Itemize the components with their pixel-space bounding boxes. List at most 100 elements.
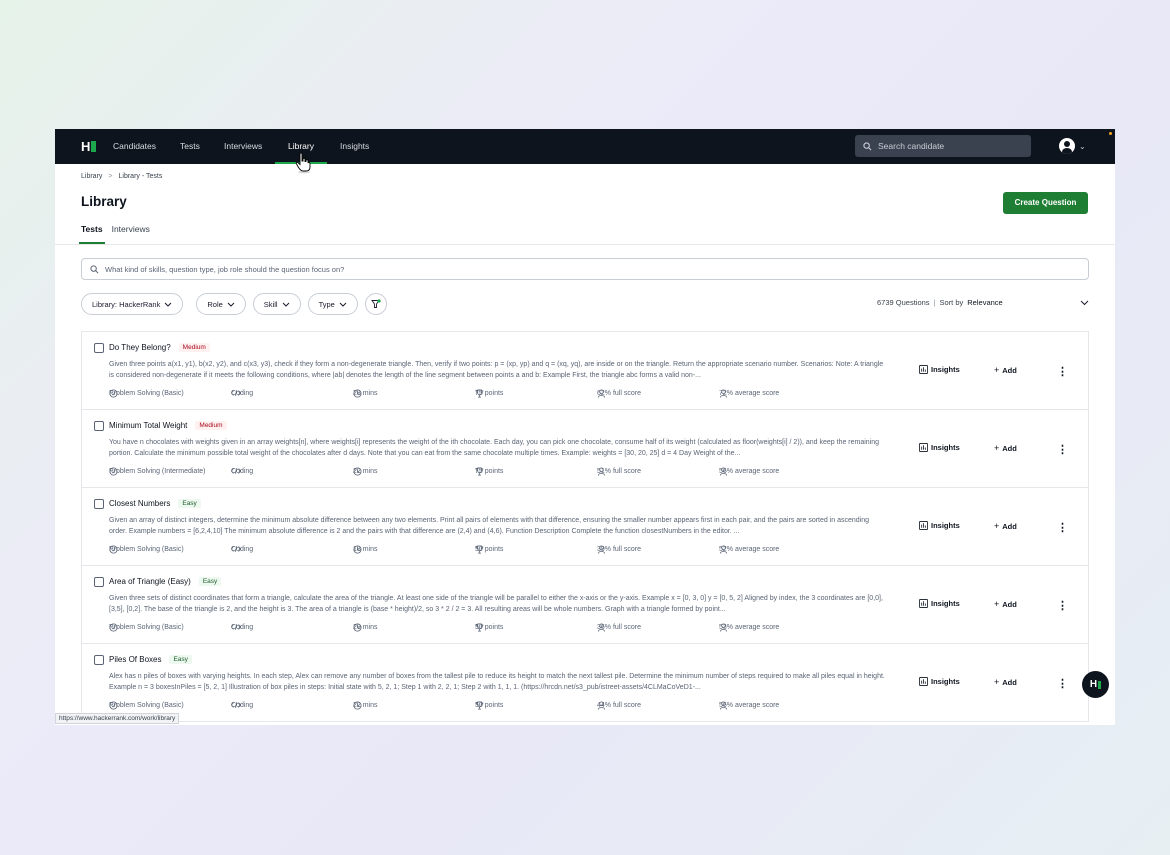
search-candidate-placeholder: Search candidate	[878, 141, 945, 151]
type-filter[interactable]: Type	[307, 293, 358, 315]
add-label: Add	[1002, 443, 1017, 453]
question-search-input[interactable]: What kind of skills, question type, job …	[81, 258, 1089, 280]
difficulty-badge: Easy	[198, 577, 222, 586]
meta-points: 50 points	[475, 701, 503, 710]
question-row[interactable]: Area of Triangle (Easy) Easy Given three…	[82, 566, 1088, 644]
add-button[interactable]: + Add	[994, 521, 1017, 531]
question-title[interactable]: Minimum Total Weight	[109, 421, 187, 430]
insights-button[interactable]: Insights	[919, 677, 960, 686]
more-options-icon[interactable]: ⋮	[1057, 365, 1068, 378]
meta-time-label: 28 mins	[353, 390, 378, 397]
skill-filter[interactable]: Skill	[252, 293, 301, 315]
meta-avg-score-label: 53% average score	[719, 624, 780, 631]
question-title[interactable]: Closest Numbers	[109, 499, 170, 508]
more-options-icon[interactable]: ⋮	[1057, 521, 1068, 534]
hackerrank-logo[interactable]: H	[81, 140, 99, 153]
top-navbar: H Candidates Tests Interviews Library In…	[55, 129, 1115, 164]
meta-skill: Problem Solving (Intermediate)	[109, 467, 206, 476]
meta-full-score-label: 44% full score	[597, 702, 641, 709]
more-options-icon[interactable]: ⋮	[1057, 443, 1068, 456]
add-button[interactable]: + Add	[994, 443, 1017, 453]
question-title[interactable]: Piles Of Boxes	[109, 655, 161, 664]
add-label: Add	[1002, 365, 1017, 375]
meta-time: 18 mins	[353, 545, 378, 554]
insights-button[interactable]: Insights	[919, 599, 960, 608]
question-count: 6739 Questions	[877, 298, 930, 307]
chevron-down-icon: ⌄	[1079, 141, 1086, 151]
role-filter[interactable]: Role	[196, 293, 246, 315]
question-checkbox[interactable]	[94, 421, 104, 431]
question-checkbox[interactable]	[94, 343, 104, 353]
library-filter[interactable]: Library: HackerRank	[81, 293, 184, 315]
tab-interviews[interactable]: Interviews	[112, 217, 150, 244]
sort-bar: 6739 Questions | Sort by Relevance	[877, 298, 1089, 307]
question-title-wrap: Area of Triangle (Easy) Easy	[109, 577, 222, 586]
more-options-icon[interactable]: ⋮	[1057, 599, 1068, 612]
add-button[interactable]: + Add	[994, 365, 1017, 375]
question-title[interactable]: Area of Triangle (Easy)	[109, 577, 191, 586]
help-chat-button[interactable]: H	[1082, 671, 1109, 698]
plus-icon: +	[994, 599, 1000, 609]
add-label: Add	[1002, 521, 1017, 531]
question-title[interactable]: Do They Belong?	[109, 343, 171, 352]
meta-skill-label: Problem Solving (Intermediate)	[109, 468, 206, 475]
meta-points-label: 75 points	[475, 390, 504, 397]
insights-button[interactable]: Insights	[919, 521, 960, 530]
search-candidate-input[interactable]: Search candidate	[855, 135, 1031, 157]
nav-candidates[interactable]: Candidates	[113, 129, 156, 164]
add-button[interactable]: + Add	[994, 677, 1017, 687]
more-options-icon[interactable]: ⋮	[1057, 677, 1068, 690]
question-title-wrap: Minimum Total Weight Medium	[109, 421, 227, 430]
status-bar-url: https://www.hackerrank.com/work/library	[55, 713, 180, 724]
sort-label: Sort by	[939, 298, 964, 307]
meta-time: 29 mins	[353, 623, 378, 632]
role-filter-label: Role	[207, 299, 223, 309]
question-row[interactable]: Closest Numbers Easy Given an array of d…	[82, 488, 1088, 566]
insights-label: Insights	[931, 677, 960, 686]
question-row[interactable]: Minimum Total Weight Medium You have n c…	[82, 410, 1088, 488]
type-filter-label: Type	[318, 299, 335, 309]
nav-tests[interactable]: Tests	[180, 129, 200, 164]
search-icon	[863, 141, 872, 150]
sort-select[interactable]: Relevance	[967, 298, 1002, 307]
nav-insights[interactable]: Insights	[340, 129, 369, 164]
nav-interviews[interactable]: Interviews	[224, 129, 262, 164]
question-checkbox[interactable]	[94, 655, 104, 665]
meta-avg-score-label: 56% average score	[719, 702, 780, 709]
meta-skill-label: Problem Solving (Basic)	[109, 390, 184, 397]
breadcrumb-library[interactable]: Library	[81, 173, 102, 180]
meta-time-label: 22 mins	[353, 468, 378, 475]
insights-button[interactable]: Insights	[919, 443, 960, 452]
meta-time-label: 18 mins	[353, 546, 378, 553]
meta-full-score-label: 36% full score	[597, 624, 641, 631]
meta-points-label: 50 points	[475, 624, 504, 631]
chevron-down-icon[interactable]	[1080, 300, 1089, 306]
create-question-button[interactable]: Create Question	[1003, 192, 1088, 214]
question-list: Do They Belong? Medium Given three point…	[81, 331, 1089, 722]
question-row[interactable]: Piles Of Boxes Easy Alex has n piles of …	[82, 644, 1088, 722]
insights-button[interactable]: Insights	[919, 365, 960, 374]
plus-icon: +	[994, 521, 1000, 531]
add-button[interactable]: + Add	[994, 599, 1017, 609]
advanced-filter-button[interactable]	[364, 293, 387, 315]
meta-skill: Problem Solving (Basic)	[109, 701, 184, 710]
meta-time-label: 29 mins	[353, 624, 378, 631]
insights-label: Insights	[931, 443, 960, 452]
question-row[interactable]: Do They Belong? Medium Given three point…	[82, 332, 1088, 410]
meta-skill-label: Problem Solving (Basic)	[109, 546, 184, 553]
sort-separator: |	[933, 298, 936, 307]
question-checkbox[interactable]	[94, 499, 104, 509]
insights-icon	[919, 677, 928, 686]
question-checkbox[interactable]	[94, 577, 104, 587]
skill-filter-label: Skill	[263, 299, 278, 309]
chevron-down-icon	[165, 302, 172, 307]
meta-avg-score: 53% average score	[719, 623, 779, 632]
breadcrumb: Library > Library - Tests	[81, 173, 162, 180]
user-menu[interactable]: ⌄	[1059, 138, 1086, 154]
breadcrumb-separator-icon: >	[108, 173, 113, 180]
meta-type-label: Coding	[231, 389, 254, 397]
meta-time-label: 22 mins	[353, 702, 378, 709]
meta-type: Coding	[231, 467, 253, 475]
tab-tests[interactable]: Tests	[79, 217, 105, 244]
insights-label: Insights	[931, 599, 960, 608]
